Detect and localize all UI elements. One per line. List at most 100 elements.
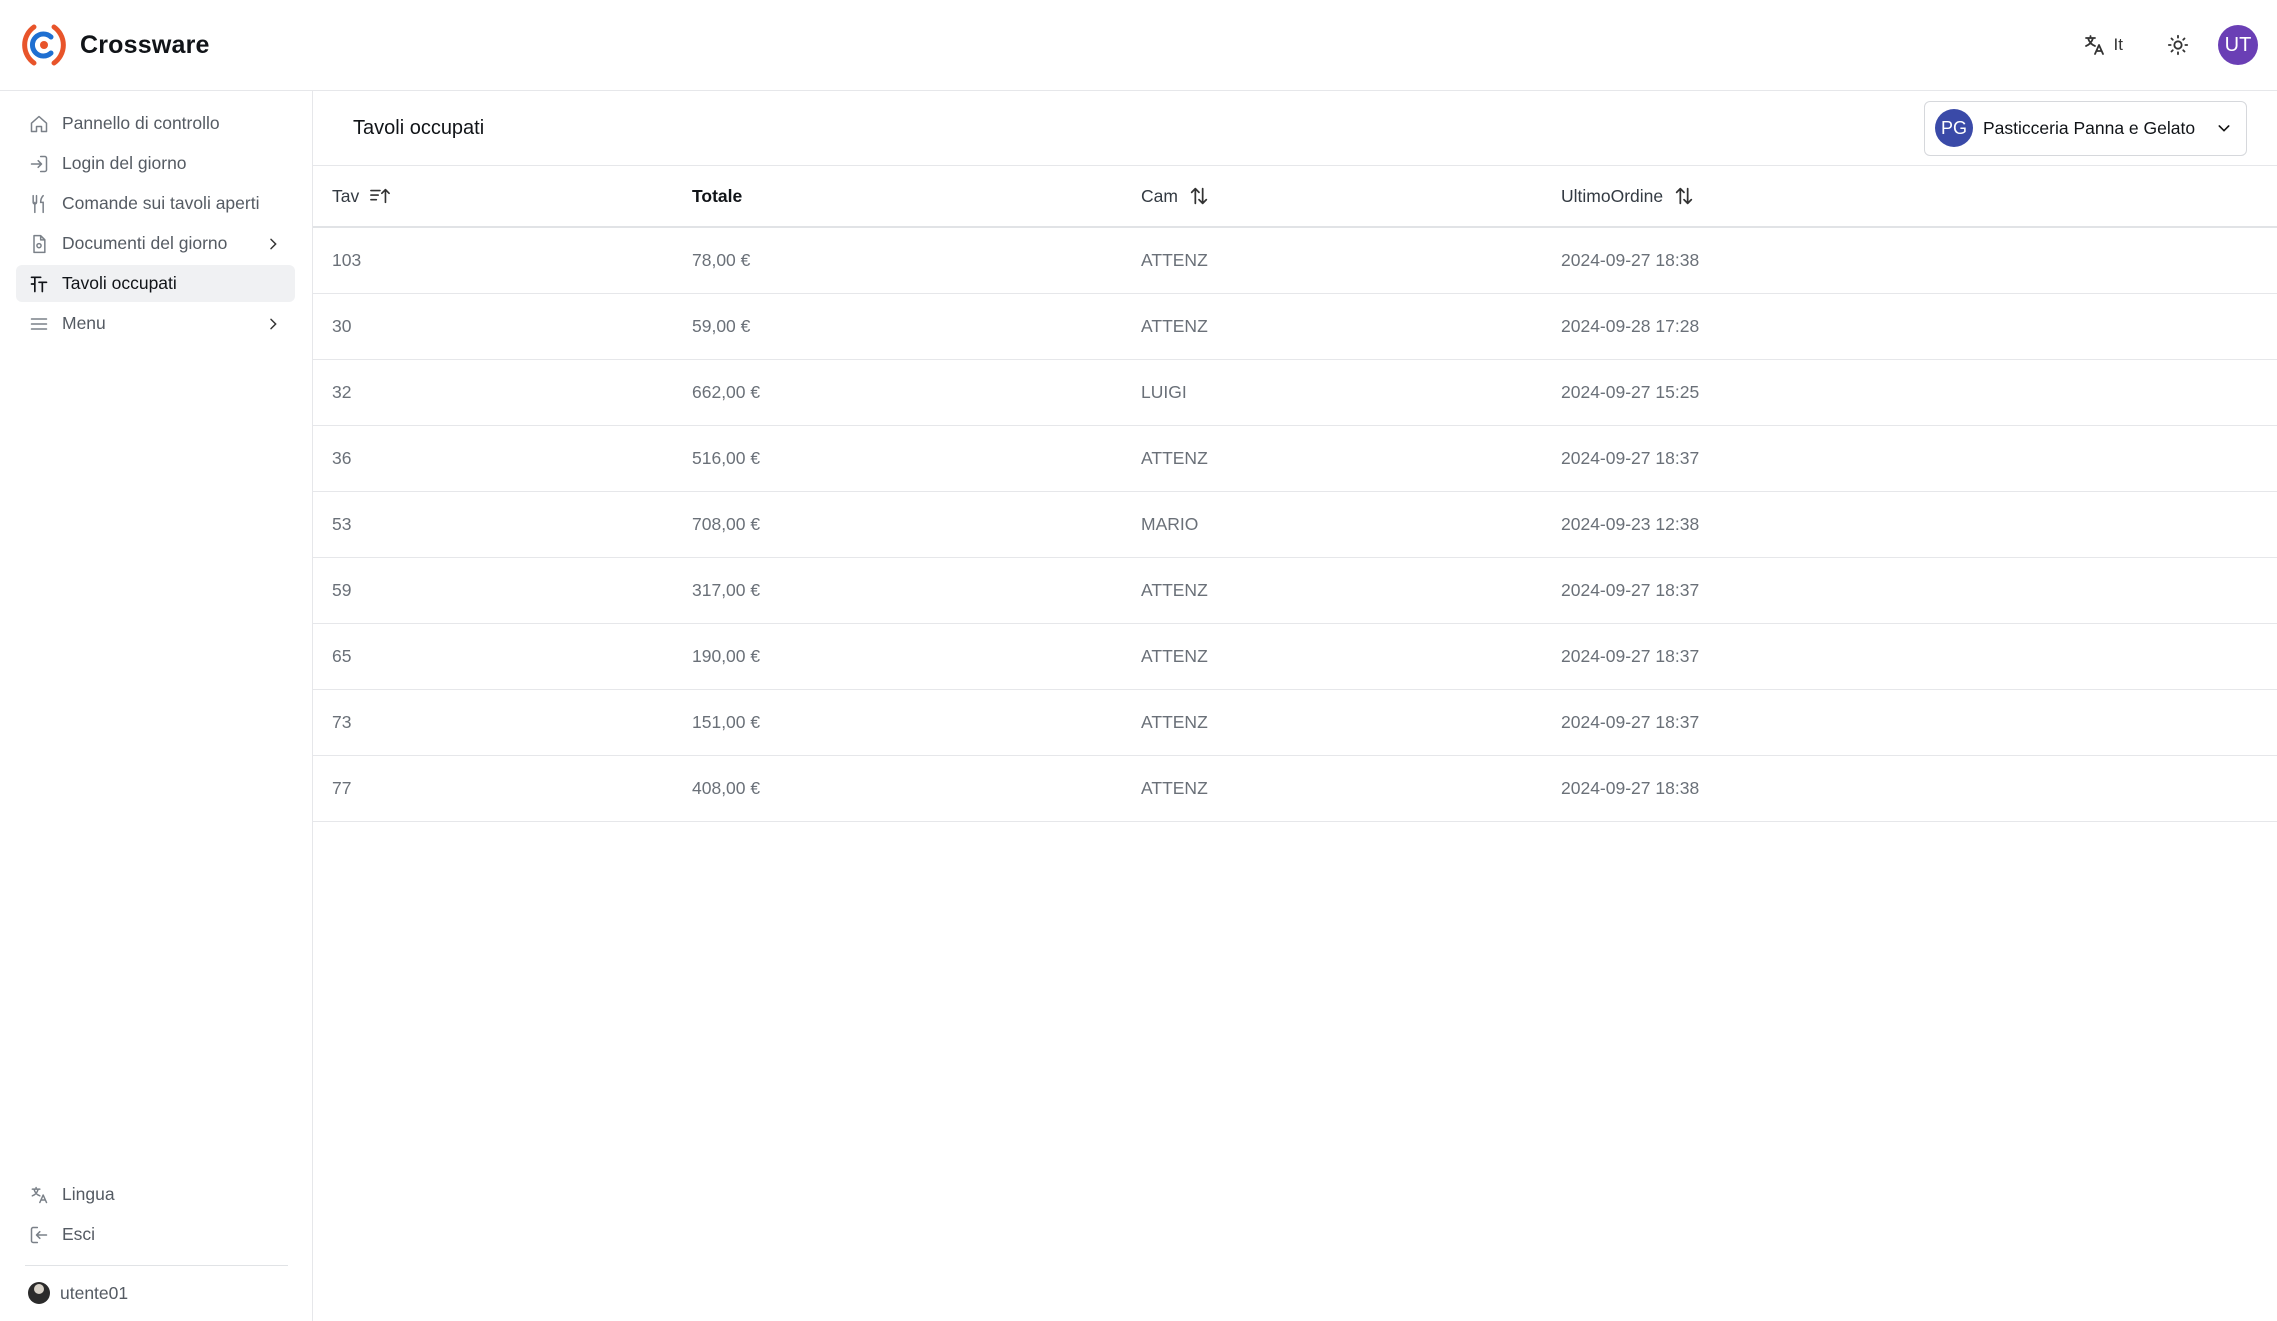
cell-cam: LUIGI (1141, 381, 1187, 402)
theme-toggle-button[interactable] (2161, 28, 2195, 62)
cell-ultimo-ordine: 2024-09-27 18:38 (1561, 249, 1700, 270)
crossware-logo-icon (22, 24, 66, 66)
sidebar-bottom: Lingua Esci (16, 1176, 295, 1256)
sidebar-item-label: Login del giorno (62, 153, 187, 173)
cell-cam: ATTENZ (1141, 645, 1208, 666)
sidebar-item-menu[interactable]: Menu (16, 305, 295, 342)
page-title: Tavoli occupati (353, 116, 485, 139)
sidebar-item-login-del-giorno[interactable]: Login del giorno (16, 145, 295, 182)
cell-ultimo-ordine: 2024-09-27 18:37 (1561, 711, 1700, 732)
cell-totale: 662,00 € (692, 381, 761, 402)
cell-cam: ATTENZ (1141, 447, 1208, 468)
utensils-icon (28, 193, 50, 215)
table-row[interactable]: 73 151,00 € ATTENZ 2024-09-27 18:37 (313, 689, 2277, 755)
cell-tav: 36 (332, 447, 352, 468)
translate-icon (2084, 35, 2104, 55)
cell-tav: 103 (332, 249, 362, 270)
sidebar-item-lingua[interactable]: Lingua (16, 1176, 295, 1213)
cell-cam: ATTENZ (1141, 579, 1208, 600)
sun-icon (2167, 34, 2189, 56)
user-avatar-icon (28, 1282, 50, 1304)
table-row[interactable]: 103 78,00 € ATTENZ 2024-09-27 18:38 (313, 227, 2277, 293)
cell-cam: MARIO (1141, 513, 1199, 534)
user-avatar[interactable]: UT (2218, 25, 2258, 65)
user-name: utente01 (60, 1282, 129, 1303)
sidebar-nav: Pannello di controllo Login del giorno C… (16, 105, 295, 345)
menu-icon (28, 313, 50, 335)
table-row[interactable]: 53 708,00 € MARIO 2024-09-23 12:38 (313, 491, 2277, 557)
brand-name: Crossware (80, 30, 210, 59)
cell-totale: 708,00 € (692, 513, 761, 534)
chevron-right-icon (265, 236, 281, 252)
chevron-right-icon (265, 316, 281, 332)
column-header-cam[interactable]: Cam (1141, 166, 1561, 227)
cell-totale: 317,00 € (692, 579, 761, 600)
table-row[interactable]: 65 190,00 € ATTENZ 2024-09-27 18:37 (313, 623, 2277, 689)
table-row[interactable]: 36 516,00 € ATTENZ 2024-09-27 18:37 (313, 425, 2277, 491)
sidebar-item-comande[interactable]: Comande sui tavoli aperti (16, 185, 295, 222)
sort-icon[interactable] (1673, 185, 1695, 207)
page-header: Tavoli occupati PG Pasticceria Panna e G… (313, 91, 2277, 166)
cell-totale: 190,00 € (692, 645, 761, 666)
brand[interactable]: Crossware (18, 19, 210, 71)
language-icon (28, 1184, 50, 1206)
store-name: Pasticceria Panna e Gelato (1983, 117, 2196, 138)
cell-ultimo-ordine: 2024-09-27 18:37 (1561, 579, 1700, 600)
column-header-tav[interactable]: Tav (313, 166, 692, 227)
cell-tav: 32 (332, 381, 352, 402)
tables-grid: Tav Totale Cam UltimoOrdine 103 78,00 € … (313, 166, 2277, 822)
logout-icon (28, 1224, 50, 1246)
document-icon (28, 233, 50, 255)
store-select[interactable]: PG Pasticceria Panna e Gelato (1924, 100, 2247, 156)
main-content: Tavoli occupati PG Pasticceria Panna e G… (313, 91, 2277, 1321)
store-avatar: PG (1935, 109, 1973, 147)
cell-ultimo-ordine: 2024-09-27 15:25 (1561, 381, 1700, 402)
sidebar-item-tavoli-occupati[interactable]: Tavoli occupati (16, 265, 295, 302)
cell-totale: 78,00 € (692, 249, 751, 270)
cell-ultimo-ordine: 2024-09-28 17:28 (1561, 315, 1700, 336)
column-header-ultimo-ordine[interactable]: UltimoOrdine (1561, 166, 2277, 227)
table-row[interactable]: 32 662,00 € LUIGI 2024-09-27 15:25 (313, 359, 2277, 425)
sidebar-item-label: Tavoli occupati (62, 273, 177, 293)
cell-totale: 59,00 € (692, 315, 751, 336)
cell-ultimo-ordine: 2024-09-27 18:37 (1561, 447, 1700, 468)
sidebar-item-label: Esci (62, 1224, 96, 1244)
cell-ultimo-ordine: 2024-09-27 18:38 (1561, 777, 1700, 798)
cell-cam: ATTENZ (1141, 315, 1208, 336)
table-header-row: Tav Totale Cam UltimoOrdine (313, 166, 2277, 227)
sort-ascending-icon[interactable] (369, 186, 391, 206)
cell-ultimo-ordine: 2024-09-27 18:37 (1561, 645, 1700, 666)
column-header-totale[interactable]: Totale (692, 166, 1141, 227)
sidebar-divider (25, 1265, 288, 1266)
top-bar: Crossware It UT (0, 0, 2277, 91)
cell-totale: 408,00 € (692, 777, 761, 798)
language-switch-button[interactable]: It (2074, 27, 2131, 63)
cell-cam: ATTENZ (1141, 777, 1208, 798)
cell-tav: 53 (332, 513, 352, 534)
login-icon (28, 153, 50, 175)
cell-tav: 73 (332, 711, 352, 732)
sidebar-item-dashboard[interactable]: Pannello di controllo (16, 105, 295, 142)
sidebar-item-label: Lingua (62, 1184, 115, 1204)
table-row[interactable]: 77 408,00 € ATTENZ 2024-09-27 18:38 (313, 755, 2277, 821)
sidebar-item-documenti[interactable]: Documenti del giorno (16, 225, 295, 262)
chevron-down-icon (2216, 120, 2232, 136)
sidebar-item-label: Pannello di controllo (62, 113, 220, 133)
cell-totale: 151,00 € (692, 711, 761, 732)
cell-cam: ATTENZ (1141, 711, 1208, 732)
table-row[interactable]: 30 59,00 € ATTENZ 2024-09-28 17:28 (313, 293, 2277, 359)
sidebar: Pannello di controllo Login del giorno C… (0, 91, 313, 1321)
sort-icon[interactable] (1188, 185, 1210, 207)
cell-tav: 59 (332, 579, 352, 600)
cell-ultimo-ordine: 2024-09-23 12:38 (1561, 513, 1700, 534)
sidebar-user[interactable]: utente01 (28, 1282, 128, 1304)
table-row[interactable]: 59 317,00 € ATTENZ 2024-09-27 18:37 (313, 557, 2277, 623)
table-icon (28, 273, 50, 295)
cell-tav: 77 (332, 777, 352, 798)
language-label: It (2113, 35, 2123, 54)
cell-totale: 516,00 € (692, 447, 761, 468)
sidebar-item-esci[interactable]: Esci (16, 1216, 295, 1253)
sidebar-item-label: Documenti del giorno (62, 233, 228, 253)
sidebar-item-label: Comande sui tavoli aperti (62, 193, 260, 213)
sidebar-item-label: Menu (62, 313, 106, 333)
